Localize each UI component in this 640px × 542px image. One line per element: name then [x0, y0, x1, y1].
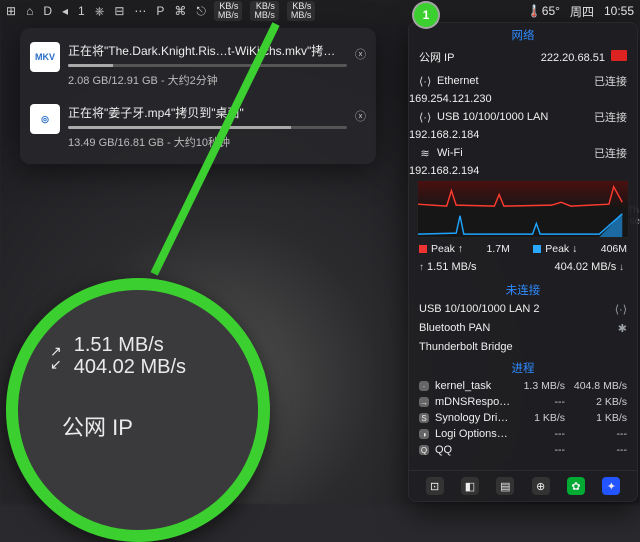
progress-bar — [68, 64, 347, 67]
process-row[interactable]: QQQ------ — [409, 442, 637, 458]
arrows-icon: ↗↙ — [50, 345, 62, 371]
process-row[interactable]: ·kernel_task1.3 MB/s404.8 MB/s — [409, 378, 637, 394]
app-icon[interactable]: ⋯ — [134, 4, 146, 19]
ethernet-icon: ⟨·⟩ — [419, 111, 431, 124]
peak-down-color — [533, 245, 541, 253]
zoom-down-speed: 404.02 MB/s — [74, 356, 186, 378]
progress-bar — [68, 126, 347, 129]
public-ip-row[interactable]: 公网 IP 222.20.68.51 — [409, 45, 637, 69]
app-icon[interactable]: ⌘ — [174, 4, 186, 19]
status-label: 已连接 — [594, 145, 627, 161]
interface-address: 192.168.2.184 — [409, 129, 637, 141]
bottom-icon[interactable]: ✿ — [567, 477, 585, 495]
bw-up: 1.51 MB/s — [427, 261, 477, 273]
app-icon[interactable]: ◂ — [62, 4, 68, 19]
unconnected-item[interactable]: USB 10/100/1000 LAN 2⟨·⟩ — [409, 300, 637, 319]
interface-row[interactable]: ⟨·⟩USB 10/100/1000 LAN 已连接 — [409, 105, 637, 129]
zoom-up-speed: 1.51 MB/s — [74, 334, 186, 356]
process-icon: → — [419, 397, 429, 407]
zoom-public-ip-label: 公网 IP — [50, 410, 248, 442]
section-title-processes: 进程 — [409, 356, 637, 378]
copy-title: 正在将"The.Dark.Knight.Ris…t-WiKi.chs.mkv"拷… — [68, 42, 347, 59]
copy-subtext: 2.08 GB/12.91 GB - 大约2分钟 — [68, 72, 347, 88]
copy-subtext: 13.49 GB/16.81 GB - 大约10秒钟 — [68, 134, 347, 150]
cancel-copy-button[interactable]: ⓧ — [355, 42, 366, 88]
interface-row[interactable]: ≋Wi-Fi 已连接 — [409, 141, 637, 165]
peak-down-value: 406M — [601, 243, 627, 255]
bottom-icon[interactable]: ✦ — [602, 477, 620, 495]
temperature-icon[interactable]: 🌡️65° — [527, 4, 560, 18]
bandwidth-graph — [417, 180, 629, 238]
section-title-network: 网络 — [409, 23, 637, 45]
bw-down: 404.02 MB/s — [554, 261, 616, 273]
menubar-speed-widget[interactable]: KB/s MB/s — [287, 1, 316, 21]
status-label: 已连接 — [594, 73, 627, 89]
public-ip-label: 公网 IP — [419, 49, 454, 65]
status-label: 已连接 — [594, 109, 627, 125]
menubar-speed-widget[interactable]: KB/s MB/s — [250, 1, 279, 21]
process-row[interactable]: ◑Logi Options…------ — [409, 426, 637, 442]
speed-down-unit: MB/s — [218, 11, 239, 20]
unconnected-item[interactable]: Thunderbolt Bridge — [409, 338, 637, 356]
file-type-icon: ◎ — [30, 104, 60, 134]
peak-up-color — [419, 245, 427, 253]
process-row[interactable]: SSynology Dri…1 KB/s1 KB/s — [409, 410, 637, 426]
file-type-icon: MKV — [30, 42, 60, 72]
bluetooth-icon: ✱ — [618, 322, 627, 335]
clock-time: 10:55 — [604, 4, 634, 18]
app-icon[interactable]: ⊞ — [6, 4, 16, 19]
panel-bottom-icons: ⊡ ◧ ▤ ⊕ ✿ ✦ — [409, 470, 637, 501]
process-icon: S — [419, 413, 429, 423]
peak-down-label: Peak ↓ — [545, 243, 577, 255]
process-row[interactable]: →mDNSRespo…---2 KB/s — [409, 394, 637, 410]
download-sparkline — [418, 214, 622, 234]
interface-row[interactable]: ⟨·⟩Ethernet 已连接 — [409, 69, 637, 93]
app-icon[interactable]: ⊟ — [114, 4, 124, 19]
copy-item: MKV 正在将"The.Dark.Knight.Ris…t-WiKi.chs.m… — [20, 34, 376, 96]
network-panel: 网络 公网 IP 222.20.68.51 ⟨·⟩Ethernet 已连接 16… — [408, 22, 638, 502]
callout-badge-1: 1 — [414, 3, 438, 27]
menubar-speed-widget[interactable]: KB/s MB/s — [214, 1, 243, 21]
copy-item: ◎ 正在将"姜子牙.mp4"拷贝到"桌面" 13.49 GB/16.81 GB … — [20, 96, 376, 158]
section-title-unconnected: 未连接 — [409, 278, 637, 300]
app-icon[interactable]: D — [43, 4, 52, 19]
flag-icon — [611, 50, 627, 61]
peak-up-label: Peak ↑ — [431, 243, 463, 255]
arrow-down-icon: ↓ — [616, 262, 624, 273]
copy-title: 正在将"姜子牙.mp4"拷贝到"桌面" — [68, 104, 347, 121]
bottom-icon[interactable]: ⊕ — [532, 477, 550, 495]
copy-progress-popover: MKV 正在将"The.Dark.Knight.Ris…t-WiKi.chs.m… — [20, 28, 376, 164]
menubar: ⊞ ⌂ D ◂ 1 ⎈ ⊟ ⋯ P ⌘ ⎋ KB/s MB/s KB/s MB/… — [0, 0, 640, 22]
arrow-up-icon: ↑ — [419, 262, 424, 273]
process-icon: Q — [419, 445, 429, 455]
callout-circle: ↗↙ 1.51 MB/s 404.02 MB/s 公网 IP — [6, 278, 270, 542]
menubar-left-icons: ⊞ ⌂ D ◂ 1 ⎈ ⊟ ⋯ P ⌘ ⎋ — [6, 4, 206, 19]
unconnected-item[interactable]: Bluetooth PAN✱ — [409, 319, 637, 338]
public-ip-value: 222.20.68.51 — [541, 52, 605, 64]
clock-day: 周四 — [570, 3, 594, 20]
ethernet-icon: ⟨·⟩ — [615, 303, 627, 316]
interface-address: 192.168.2.194 — [409, 165, 637, 177]
app-icon[interactable]: ⎈ — [95, 4, 105, 19]
ethernet-icon: ⟨·⟩ — [419, 75, 431, 88]
app-icon[interactable]: ⎋ — [196, 4, 206, 19]
upload-sparkline — [418, 187, 622, 206]
app-icon[interactable]: ⌂ — [26, 4, 33, 19]
interface-address: 169.254.121.230 — [409, 93, 637, 105]
bottom-icon[interactable]: ◧ — [461, 477, 479, 495]
wifi-icon: ≋ — [419, 147, 431, 160]
peak-up-value: 1.7M — [487, 243, 510, 255]
bottom-icon[interactable]: ▤ — [496, 477, 514, 495]
app-icon[interactable]: 1 — [78, 4, 85, 19]
bandwidth-row: ↑1.51 MB/s 404.02 MB/s ↓ — [409, 258, 637, 278]
cancel-copy-button[interactable]: ⓧ — [355, 104, 366, 150]
app-icon[interactable]: P — [156, 4, 164, 19]
bottom-icon[interactable]: ⊡ — [426, 477, 444, 495]
process-icon: ◑ — [419, 429, 429, 439]
process-icon: · — [419, 381, 429, 391]
